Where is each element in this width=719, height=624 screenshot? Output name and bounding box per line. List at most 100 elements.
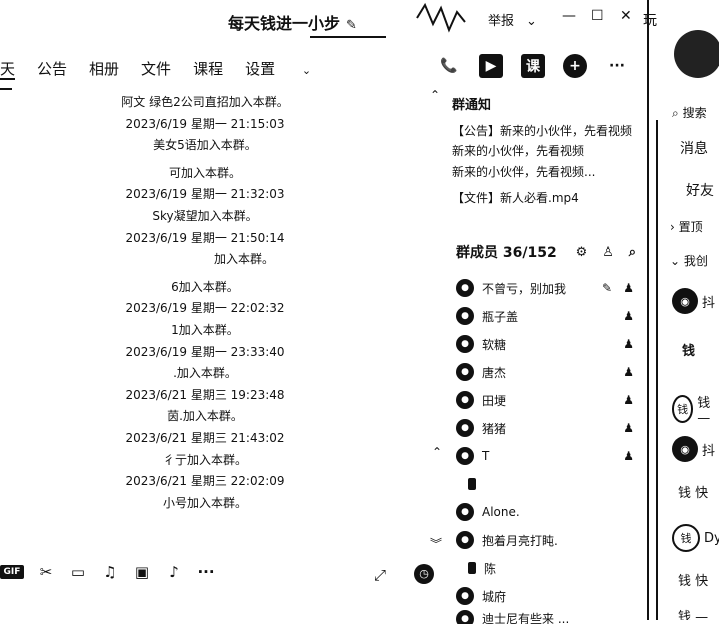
member-row[interactable]: ● 迪士尼有些来 ... — [456, 610, 636, 624]
member-name: 猪猪 — [482, 421, 507, 436]
avatar — [468, 562, 476, 574]
course-icon[interactable]: 课 — [521, 54, 545, 78]
member-row[interactable]: ● 不曾亏，别加我 ✎ ♟ — [456, 274, 636, 302]
tab-album[interactable]: 相册 — [89, 58, 119, 80]
chat-item-label: 钱 快 — [678, 574, 709, 589]
add-member-icon[interactable]: ♙ — [602, 245, 614, 260]
tab-settings[interactable]: 设置 ⌄ — [245, 58, 333, 80]
member-row[interactable]: ● 软糖 ♟ — [456, 330, 636, 358]
log-line: 彳亍加入本群。 — [162, 452, 247, 467]
group-pinned[interactable]: › 置顶 — [670, 218, 703, 235]
log-time: 2023/6/19 星期一 22:02:32 — [125, 301, 285, 316]
tab-announcements[interactable]: 公告 — [37, 58, 67, 80]
report-menu[interactable]: 举报 ⌄ — [488, 10, 537, 29]
bell-icon[interactable]: ♪ — [164, 563, 184, 581]
title-underline — [310, 36, 386, 38]
notice-title: 群通知 — [452, 98, 492, 113]
chat-item[interactable]: 钱 — — [672, 606, 708, 620]
log-time: 2023/6/19 星期一 23:33:40 — [125, 344, 285, 359]
avatar: ● — [456, 503, 474, 521]
member-row[interactable] — [456, 470, 636, 498]
notice-file[interactable]: 【文件】新人必看.mp4 — [452, 188, 642, 209]
chat-item[interactable]: 钱 — [672, 340, 695, 359]
person-icon: ♟ — [623, 281, 634, 295]
nav-messages[interactable]: 消息 — [680, 138, 708, 158]
member-row[interactable]: ● 抱着月亮打盹. — [456, 526, 636, 554]
video-icon[interactable]: ▶ — [479, 54, 503, 78]
chat-item[interactable]: ◉ 抖 — [672, 436, 715, 462]
log-line: 6加入本群。 — [171, 279, 239, 294]
edit-title-icon[interactable]: ✎ — [346, 18, 357, 33]
tab-files[interactable]: 文件 — [141, 58, 171, 80]
notice-line[interactable]: 【公告】新来的小伙伴，先看视频 — [452, 121, 642, 142]
close-button[interactable]: ✕ — [620, 8, 632, 24]
user-avatar[interactable] — [674, 30, 719, 78]
avatar: ◉ — [672, 436, 698, 462]
scroll-up-icon[interactable]: ⌃ — [432, 445, 442, 459]
member-row[interactable]: ● 瓶子盖 ♟ — [456, 302, 636, 330]
log-time: 2023/6/21 星期三 19:23:48 — [125, 387, 285, 402]
gif-button[interactable]: GIF — [0, 565, 24, 579]
tab-chat[interactable]: 天 — [0, 58, 16, 80]
member-row[interactable]: 陈 — [456, 554, 636, 582]
notice-line[interactable]: 新来的小伙伴，先看视频... — [452, 162, 642, 183]
report-label: 举报 — [488, 14, 515, 29]
search-box[interactable]: ⌕ 搜索 — [672, 104, 707, 121]
music-icon[interactable]: ♫ — [100, 563, 120, 581]
log-line: 阿文 绿色2公司直招加入本群。 — [121, 95, 289, 109]
member-row[interactable]: ● 唐杰 ♟ — [456, 358, 636, 386]
member-row[interactable]: ● 猪猪 ♟ — [456, 414, 636, 442]
chat-item[interactable]: 钱 快 — [672, 570, 708, 589]
scissors-icon[interactable]: ✂ — [36, 563, 56, 581]
members-title: 群成员 36/152 — [456, 245, 557, 261]
chevron-right-icon: › — [670, 220, 675, 234]
add-icon[interactable]: + — [563, 54, 587, 78]
member-row[interactable]: ● 田埂 ♟ — [456, 386, 636, 414]
member-row[interactable]: ● 城府 — [456, 582, 636, 610]
more-tools-button[interactable]: ··· — [196, 563, 216, 581]
sidebar-divider — [656, 120, 658, 620]
chat-item-label: 钱 快 — [678, 486, 709, 501]
member-row[interactable]: ● Alone. — [456, 498, 636, 526]
chat-item[interactable]: 钱 Dy — [672, 524, 719, 552]
history-icon[interactable]: ◷ — [414, 564, 434, 584]
tab-courses[interactable]: 课程 — [193, 58, 223, 80]
member-row[interactable]: ● T ♟ — [456, 442, 636, 470]
avatar: 钱 — [672, 395, 694, 423]
minimize-button[interactable]: — — [562, 8, 576, 24]
chat-item[interactable]: 钱钱 — — [672, 392, 719, 426]
avatar: ● — [456, 587, 474, 605]
input-toolbar: GIF ✂ ▭ ♫ ▣ ♪ ··· — [0, 563, 216, 581]
maximize-button[interactable]: ☐ — [591, 8, 604, 24]
collapse-panel-icon[interactable]: ⌃ — [430, 88, 440, 102]
avatar: ◉ — [672, 288, 698, 314]
member-name: 唐杰 — [482, 365, 507, 380]
expand-icon[interactable]: ⤢ — [374, 566, 386, 584]
avatar: ● — [456, 391, 474, 409]
log-line: Sky凝望加入本群。 — [152, 208, 258, 223]
log-line: 加入本群。 — [213, 252, 274, 267]
group-my-created[interactable]: ⌄ 我创 — [670, 252, 708, 269]
folder-icon[interactable]: ▭ — [68, 563, 88, 581]
image-icon[interactable]: ▣ — [132, 563, 152, 581]
window-title: 每天钱进一小步 ✎ — [228, 10, 357, 34]
member-name: 瓶子盖 — [482, 309, 519, 324]
clipped-window-label: 玩 — [643, 13, 657, 29]
member-name: 城府 — [482, 589, 507, 604]
contacts-sidebar: ⌕ 搜索 消息 好友 › 置顶 ⌄ 我创 ◉ 抖 钱 钱钱 — ◉ 抖 钱 快 钱D… — [660, 0, 719, 620]
avatar: ● — [456, 307, 474, 325]
group-action-icons: 📞 ▶ 课 + ··· — [437, 54, 629, 78]
group-settings-icon[interactable]: ⚙ — [576, 245, 588, 260]
more-options-button[interactable]: ··· — [605, 54, 629, 78]
group-my-created-label: 我创 — [683, 254, 708, 268]
nav-friends[interactable]: 好友 — [686, 180, 714, 200]
phone-icon[interactable]: 📞 — [437, 54, 461, 78]
chat-item[interactable]: ◉ 抖 — [672, 288, 715, 314]
avatar: ● — [456, 335, 474, 353]
log-line: 茵.加入本群。 — [167, 409, 243, 424]
notice-line[interactable]: 新来的小伙伴，先看视频 — [452, 141, 642, 162]
scroll-down-icon[interactable]: ︾ — [430, 535, 442, 552]
group-pinned-label: 置顶 — [678, 220, 703, 234]
chat-item[interactable]: 钱 快 — [672, 482, 708, 501]
search-icon[interactable]: ⌕ — [629, 245, 636, 260]
